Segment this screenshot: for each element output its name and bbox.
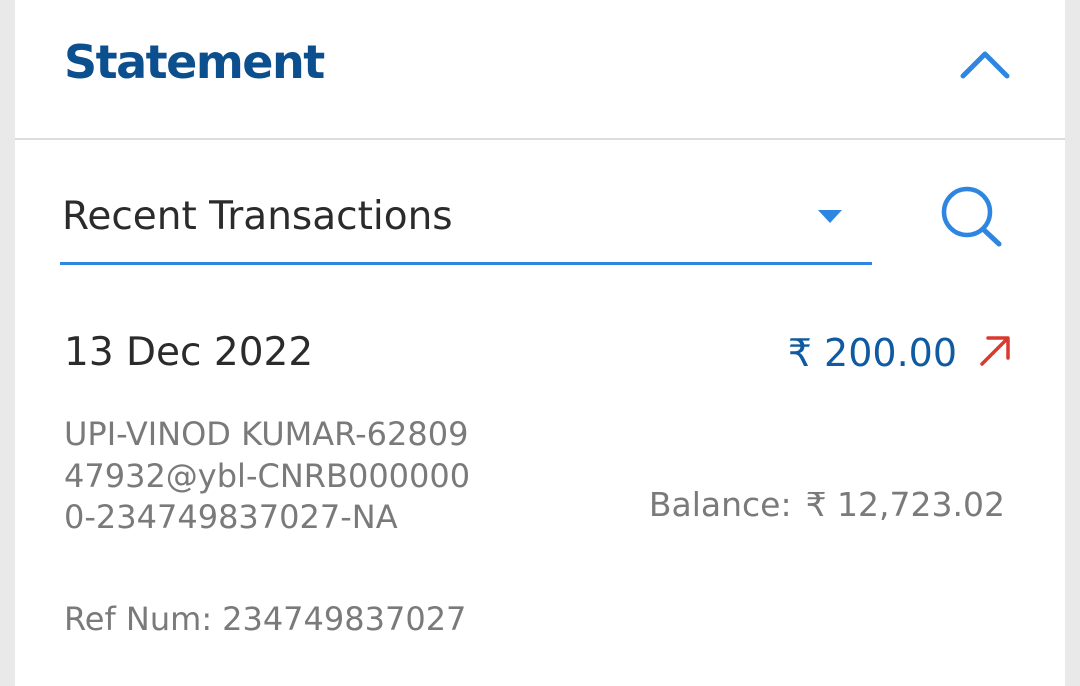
transaction-amount: ₹ 200.00 (787, 331, 957, 375)
ref-value: 234749837027 (222, 600, 467, 638)
transaction-reference: Ref Num: 234749837027 (64, 598, 466, 640)
ref-label: Ref Num: (64, 600, 213, 638)
transaction-date: 13 Dec 2022 (64, 330, 314, 375)
transaction-filter-dropdown[interactable]: Recent Transactions (60, 182, 872, 265)
statement-header[interactable]: Statement (15, 0, 1065, 140)
page-title: Statement (64, 35, 325, 89)
transaction-balance: Balance: ₹ 12,723.02 (649, 484, 1005, 526)
balance-label: Balance: (648, 485, 792, 524)
transaction-description: UPI-VINOD KUMAR-6280947932@ybl-CNRB00000… (64, 415, 471, 536)
search-button[interactable] (935, 182, 1007, 254)
dropdown-selected-value: Recent Transactions (62, 194, 453, 239)
balance-value: ₹ 12,723.02 (805, 485, 1005, 524)
chevron-up-icon (960, 51, 1010, 79)
statement-card: Statement Recent Transactions 13 Dec 202… (15, 0, 1065, 686)
collapse-button[interactable] (955, 44, 1015, 84)
arrow-up-right-icon (980, 336, 1010, 366)
search-icon (941, 186, 1002, 247)
caret-down-icon (818, 210, 842, 223)
